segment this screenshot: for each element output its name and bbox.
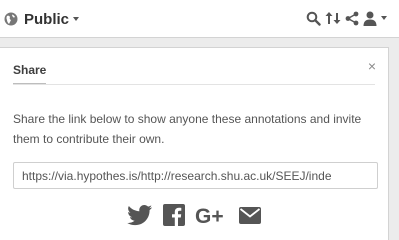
share-tab[interactable]: Share	[13, 63, 47, 85]
facebook-icon[interactable]	[163, 204, 185, 226]
chevron-down-icon	[73, 17, 80, 21]
share-description: Share the link below to show anyone thes…	[13, 112, 362, 146]
svg-text:G+: G+	[195, 205, 224, 226]
share-targets: G+	[127, 203, 271, 227]
group-selector[interactable]: Public	[4, 9, 80, 29]
chevron-down-icon	[381, 16, 387, 20]
share-icon[interactable]	[345, 11, 359, 26]
globe-icon	[4, 12, 18, 26]
user-menu[interactable]	[363, 11, 387, 26]
user-icon	[363, 11, 377, 26]
close-icon[interactable]: ×	[368, 59, 376, 73]
share-panel: Share × Share the link below to show any…	[0, 47, 389, 240]
tab-divider	[13, 84, 375, 85]
sort-icon[interactable]	[325, 10, 341, 26]
group-name: Public	[24, 10, 70, 28]
share-link-input[interactable]	[13, 162, 378, 189]
google-plus-icon[interactable]: G+	[195, 204, 229, 226]
search-icon[interactable]	[306, 11, 321, 26]
email-icon[interactable]	[239, 206, 261, 224]
twitter-icon[interactable]	[127, 204, 153, 226]
top-bar: Public	[0, 0, 399, 38]
